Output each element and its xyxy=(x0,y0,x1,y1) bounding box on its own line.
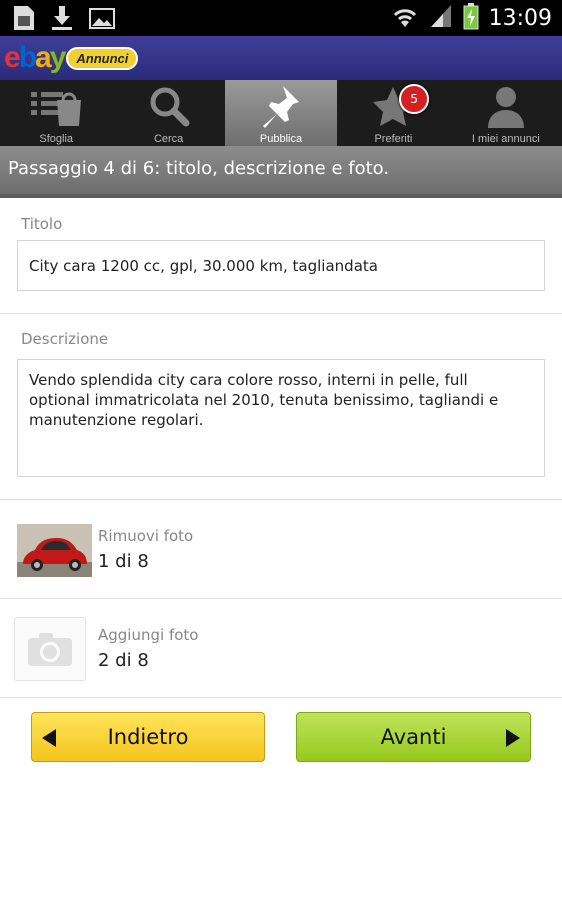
tab-cerca[interactable]: Cerca xyxy=(112,80,224,146)
wifi-icon xyxy=(391,3,419,33)
ebay-annunci-logo: ebay Annunci xyxy=(4,41,139,74)
divider xyxy=(0,697,562,698)
tab-sfoglia[interactable]: Sfoglia xyxy=(0,80,112,146)
download-icon xyxy=(50,4,74,36)
description-label: Descrizione xyxy=(21,330,109,348)
pin-icon xyxy=(259,84,303,134)
tab-bar: Sfoglia Cerca Pubblica 5 Preferiti I mie… xyxy=(0,80,562,146)
tab-label: Preferiti xyxy=(374,133,413,145)
photo-counter: 1 di 8 xyxy=(98,551,149,572)
next-button-label: Avanti xyxy=(380,725,447,749)
battery-charging-icon xyxy=(463,2,479,34)
title-input[interactable]: City cara 1200 cc, gpl, 30.000 km, tagli… xyxy=(17,240,545,291)
tab-preferiti[interactable]: 5 Preferiti xyxy=(337,80,449,146)
ebay-logo-text: ebay xyxy=(4,41,66,74)
tab-label: Sfoglia xyxy=(39,133,74,145)
add-photo-label: Aggiungi foto xyxy=(98,626,199,644)
photo-row-add[interactable]: Aggiungi foto 2 di 8 xyxy=(0,599,562,697)
divider xyxy=(0,313,562,314)
next-button[interactable]: Avanti xyxy=(296,712,531,762)
status-bar: 13:09 xyxy=(0,0,562,36)
title-label: Titolo xyxy=(21,215,63,233)
tab-miei-annunci[interactable]: I miei annunci xyxy=(450,80,562,146)
tab-pubblica[interactable]: Pubblica xyxy=(224,80,338,146)
favorites-count-badge: 5 xyxy=(399,84,430,114)
tab-label: Cerca xyxy=(153,133,184,145)
step-header: Passaggio 4 di 6: titolo, descrizione e … xyxy=(0,146,562,198)
camera-icon xyxy=(14,617,86,681)
photo-counter: 2 di 8 xyxy=(98,650,149,671)
remove-photo-label: Rimuovi foto xyxy=(98,527,194,545)
back-button[interactable]: Indietro xyxy=(31,712,265,762)
sim-icon xyxy=(12,4,36,36)
browse-bag-icon xyxy=(27,84,85,132)
annunci-badge: Annunci xyxy=(66,46,139,70)
signal-icon xyxy=(429,3,453,33)
tab-label: Pubblica xyxy=(259,133,303,145)
app-bar: ebay Annunci xyxy=(0,36,562,80)
search-icon xyxy=(147,84,191,132)
photo-row-remove[interactable]: Rimuovi foto 1 di 8 xyxy=(0,500,562,598)
car-photo-thumbnail xyxy=(17,524,92,577)
image-icon xyxy=(88,4,116,36)
tab-label: I miei annunci xyxy=(471,133,540,145)
description-textarea[interactable]: Vendo splendida city cara colore rosso, … xyxy=(17,359,545,477)
step-header-text: Passaggio 4 di 6: titolo, descrizione e … xyxy=(8,158,390,179)
user-icon xyxy=(484,84,528,134)
back-button-label: Indietro xyxy=(107,725,189,749)
clock: 13:09 xyxy=(488,5,552,31)
